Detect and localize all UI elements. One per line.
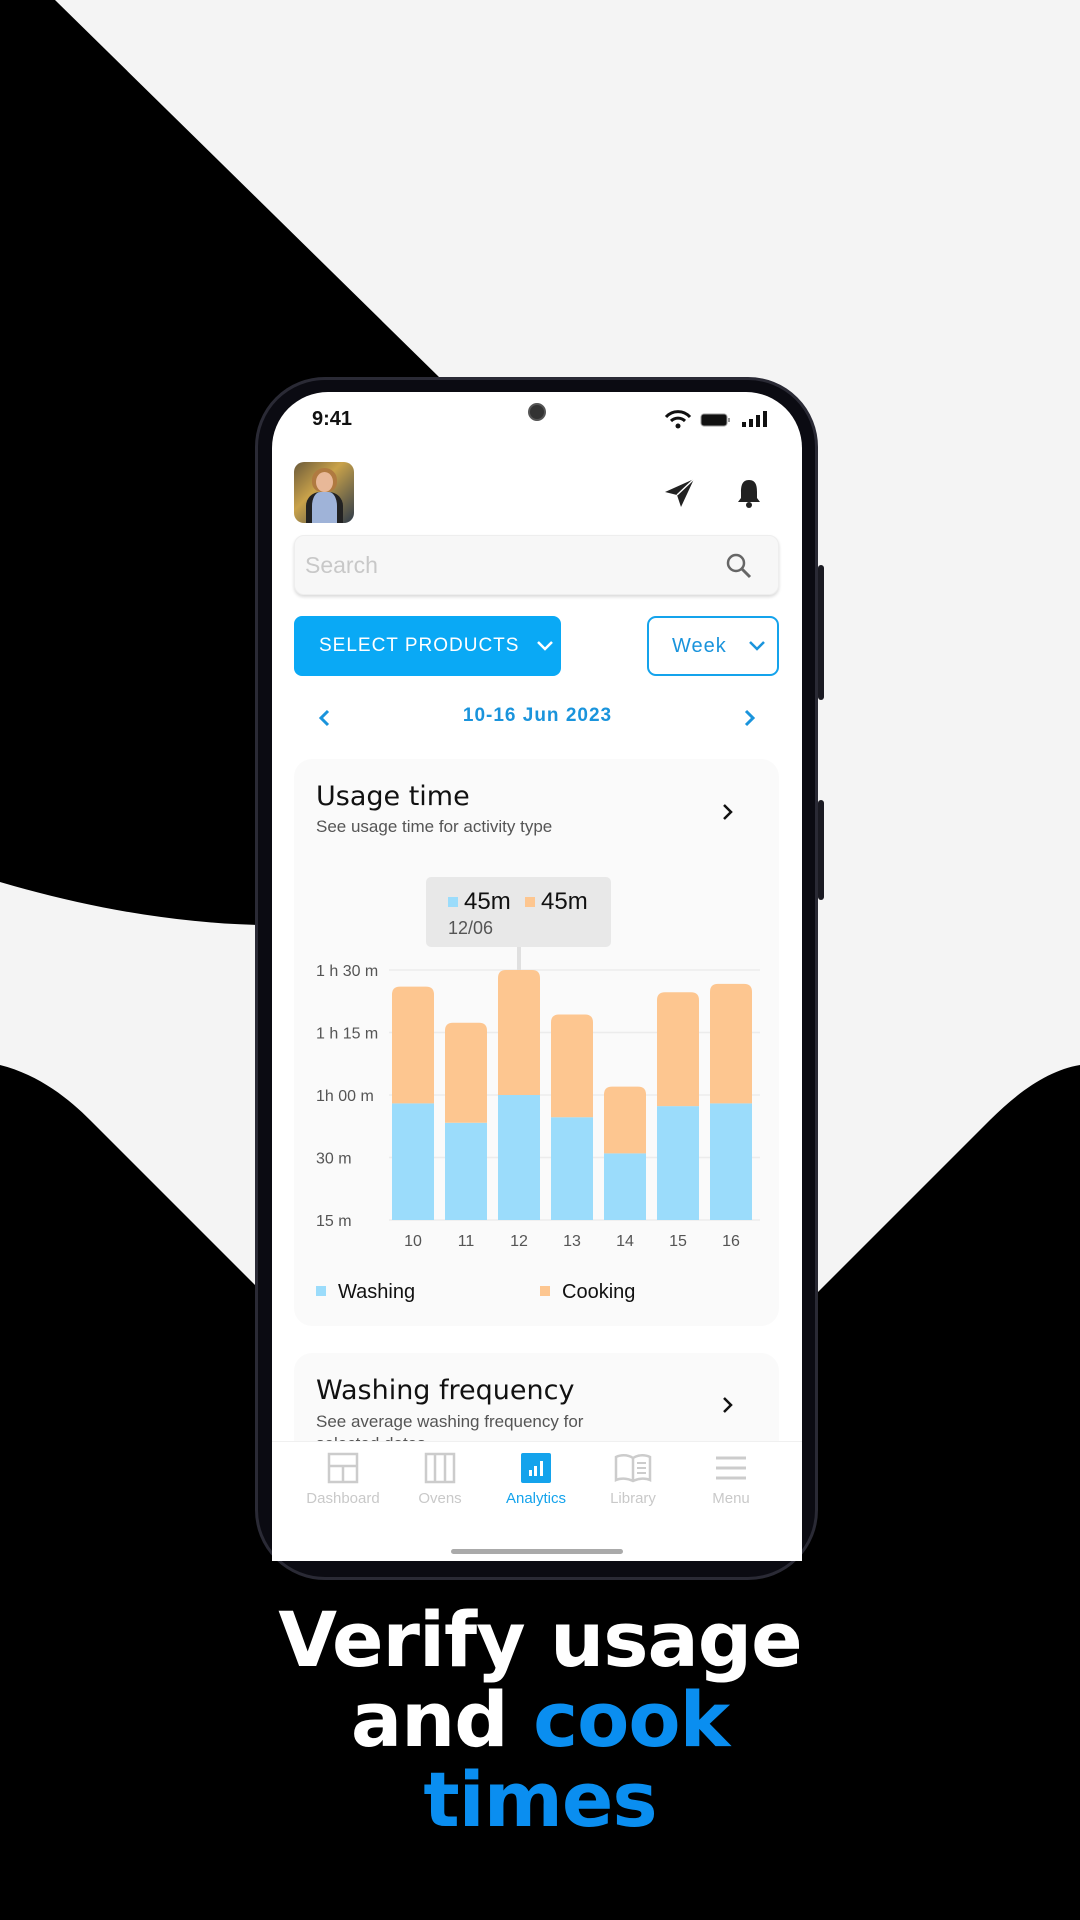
battery-icon [700,413,730,427]
search-bar[interactable] [294,535,779,595]
status-icons [664,410,767,429]
previous-week-button[interactable] [318,709,330,727]
status-time: 9:41 [312,408,353,430]
menu-icon [716,1456,746,1480]
bottom-nav: Dashboard Ovens Analytics Library Menu [272,1441,802,1561]
bar-washing [551,1117,593,1220]
phone-side-button [818,800,824,900]
nav-ovens[interactable]: Ovens [392,1452,488,1507]
avatar[interactable] [294,462,354,523]
nav-library[interactable]: Library [585,1452,681,1507]
x-tick-label: 14 [616,1233,634,1250]
ovens-icon [424,1452,456,1484]
bar-cooking [551,1014,593,1118]
y-tick-label: 1h 00 m [316,1088,374,1105]
date-range: 10-16 Jun 2023 [462,705,613,726]
tooltip-cooking-value: 45m [541,888,588,915]
bar-cooking [445,1022,487,1123]
nav-label: Menu [712,1490,750,1507]
nav-label: Library [610,1490,656,1507]
x-tick-label: 11 [458,1233,475,1250]
phone-side-button [818,565,824,700]
library-icon [614,1454,652,1483]
period-dropdown[interactable]: Week [647,616,779,676]
tooltip-date: 12/06 [448,918,494,938]
bar-washing [657,1106,699,1220]
headline-line2: and [350,1675,534,1764]
washing-swatch [448,897,458,907]
x-tick-label: 12 [510,1233,528,1250]
home-indicator[interactable] [451,1549,623,1554]
legend-label: Washing [338,1281,415,1303]
y-tick-label: 15 m [316,1213,352,1230]
y-tick-label: 1 h 15 m [316,1026,378,1043]
period-label: Week [672,634,727,657]
send-icon[interactable] [664,478,696,508]
select-products-button[interactable]: SELECT PRODUCTS [294,616,561,676]
tooltip-washing-value: 45m [464,888,511,915]
usage-time-title: Usage time [316,781,470,812]
nav-label: Analytics [505,1490,567,1507]
search-input[interactable] [305,544,705,586]
headline-highlight: cook [533,1675,730,1764]
nav-label: Dashboard [306,1490,380,1507]
nav-dashboard[interactable]: Dashboard [295,1452,391,1507]
nav-label: Ovens [418,1490,462,1507]
x-tick-label: 16 [722,1233,740,1250]
legend-label: Cooking [562,1281,635,1303]
x-tick-label: 15 [669,1233,687,1250]
bar-washing [710,1103,752,1220]
x-tick-label: 10 [404,1233,422,1250]
chevron-right-icon[interactable] [722,1396,734,1414]
select-products-label: SELECT PRODUCTS [319,635,520,656]
nav-menu[interactable]: Menu [683,1452,779,1507]
bar-washing [604,1153,646,1220]
cooking-swatch [525,897,535,907]
headline: Verify usage and cook times [0,1600,1080,1840]
next-week-button[interactable] [744,709,756,727]
bar-cooking [657,992,699,1107]
headline-line3: times [423,1755,657,1844]
legend-swatch [316,1286,326,1296]
dashboard-icon [327,1452,359,1484]
bar-washing [498,1095,540,1220]
signal-icon [742,411,767,427]
washing-frequency-title: Washing frequency [316,1375,575,1406]
usage-time-subtitle: See usage time for activity type [316,817,553,836]
bar-washing [445,1122,487,1220]
bell-icon[interactable] [736,478,762,508]
y-tick-label: 30 m [316,1151,352,1168]
headline-line1: Verify usage [278,1595,802,1684]
y-tick-label: 1 h 30 m [316,963,378,980]
chart-tooltip: 45m 45m 12/06 [426,877,611,947]
camera [528,403,546,421]
chevron-right-icon[interactable] [722,803,734,821]
nav-analytics[interactable]: Analytics [488,1452,584,1507]
chevron-down-icon [537,641,554,651]
x-tick-label: 13 [563,1233,581,1250]
bar-cooking [498,970,540,1095]
chevron-down-icon [748,641,765,651]
bar-washing [392,1103,434,1220]
bar-cooking [604,1086,646,1154]
wifi-icon [664,410,692,429]
search-icon[interactable] [726,553,752,579]
bar-cooking [392,986,434,1104]
bar-cooking [710,983,752,1104]
analytics-icon [521,1453,551,1483]
usage-chart: 15 m 30 m 1h 00 m 1 h 15 m 1 h 30 m 10 11 12 13 1… [316,947,760,1303]
legend-swatch [540,1286,550,1296]
